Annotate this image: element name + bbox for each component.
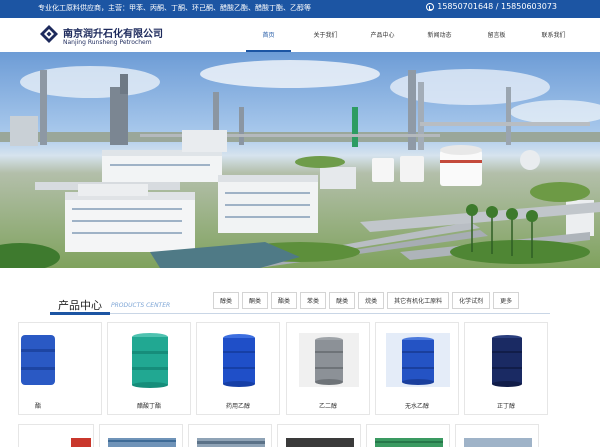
teal-drum-icon [132, 333, 168, 388]
product-grid: 酯 醋酸丁酯 药用乙醇 乙二醇 无水乙醇 正丁醇 [0, 322, 600, 417]
plant-illustration [0, 60, 600, 268]
blue-drum-icon [386, 333, 450, 387]
product-name[interactable]: 无水乙醇 [376, 401, 458, 410]
product-card[interactable] [99, 424, 183, 447]
product-thumb [205, 331, 273, 389]
product-card[interactable] [277, 424, 361, 447]
blue-drum-icon [223, 334, 255, 387]
phone-numbers[interactable]: 15850701648 / 15850603073 [426, 2, 557, 11]
product-card[interactable] [188, 424, 272, 447]
section-divider [50, 313, 550, 314]
nav-label: 联系我们 [541, 31, 566, 39]
product-thumb [473, 331, 541, 389]
company-name[interactable]: 南京润升石化有限公司 [63, 25, 163, 40]
product-card[interactable] [18, 424, 94, 447]
nav-guestbook[interactable]: 留言板 [474, 18, 519, 52]
product-card[interactable]: 酯 [18, 322, 102, 415]
product-thumb [384, 331, 452, 389]
top-info-bar: 专业化工原料供应商，主营：甲苯、丙酮、丁酮、环己酮、醋酸乙酯、醋酸丁酯、乙醇等 … [0, 0, 600, 18]
nav-label: 产品中心 [370, 31, 395, 39]
main-nav: 首页 关于我们 产品中心 新闻动态 留言板 联系我们 [246, 18, 576, 52]
product-name[interactable]: 正丁醇 [465, 401, 547, 410]
tab-ketones[interactable]: 酮类 [242, 292, 269, 309]
product-photo [464, 438, 532, 447]
product-thumb [295, 331, 363, 389]
product-name[interactable]: 药用乙醇 [197, 401, 279, 410]
company-name-english: Nanjing Runsheng Petrochem [63, 39, 152, 46]
product-thumb [0, 331, 67, 389]
tab-more[interactable]: 更多 [493, 292, 520, 309]
product-card[interactable] [366, 424, 450, 447]
product-card[interactable]: 药用乙醇 [196, 322, 280, 415]
nav-label: 留言板 [487, 31, 506, 39]
tab-esters[interactable]: 酯类 [271, 292, 298, 309]
nav-label: 关于我们 [313, 31, 338, 39]
nav-home[interactable]: 首页 [246, 18, 291, 52]
section-divider-accent [50, 312, 110, 315]
business-slogan: 专业化工原料供应商，主营：甲苯、丙酮、丁酮、环己酮、醋酸乙酯、醋酸丁酯、乙醇等 [38, 4, 311, 12]
navy-drum-icon [492, 335, 522, 387]
product-card[interactable] [455, 424, 539, 447]
product-photo [71, 438, 91, 447]
nav-label: 首页 [262, 31, 275, 39]
product-photo [286, 438, 354, 447]
product-name[interactable]: 醋酸丁酯 [108, 401, 190, 410]
nav-contact[interactable]: 联系我们 [531, 18, 576, 52]
nav-about[interactable]: 关于我们 [303, 18, 348, 52]
site-header: 南京润升石化有限公司 Nanjing Runsheng Petrochem 首页… [0, 18, 600, 52]
product-name[interactable]: 乙二醇 [287, 401, 369, 410]
tab-benzenes[interactable]: 苯类 [300, 292, 327, 309]
products-section-title: 产品中心 [58, 299, 102, 312]
diamond-logo-icon[interactable] [40, 25, 58, 43]
tab-other-organics[interactable]: 其它有机化工原料 [387, 292, 450, 309]
tab-ethers[interactable]: 醚类 [329, 292, 356, 309]
tab-alkanes[interactable]: 烷类 [358, 292, 385, 309]
product-thumb [116, 331, 184, 389]
product-photo [197, 438, 265, 447]
tab-alcohols[interactable]: 醇类 [213, 292, 240, 309]
product-card[interactable]: 无水乙醇 [375, 322, 459, 415]
phone-text[interactable]: 15850701648 / 15850603073 [437, 2, 557, 11]
products-section-title-english: PRODUCTS CENTER [111, 302, 171, 309]
product-grid-row-2 [0, 424, 600, 447]
phone-icon [426, 2, 435, 11]
product-category-tabs: 醇类 酮类 酯类 苯类 醚类 烷类 其它有机化工原料 化学试剂 更多 [213, 292, 520, 309]
nav-news[interactable]: 新闻动态 [417, 18, 462, 52]
hero-banner-image[interactable] [0, 52, 600, 268]
product-card[interactable]: 正丁醇 [464, 322, 548, 415]
tab-reagents[interactable]: 化学试剂 [452, 292, 491, 309]
product-card[interactable]: 乙二醇 [286, 322, 370, 415]
blue-drum-icon [21, 335, 55, 385]
nav-products[interactable]: 产品中心 [360, 18, 405, 52]
steel-drum-icon [299, 333, 359, 387]
product-name[interactable]: 酯 [0, 401, 79, 410]
product-photo [108, 438, 176, 447]
nav-label: 新闻动态 [427, 31, 452, 39]
product-photo [375, 438, 443, 447]
product-card[interactable]: 醋酸丁酯 [107, 322, 191, 415]
